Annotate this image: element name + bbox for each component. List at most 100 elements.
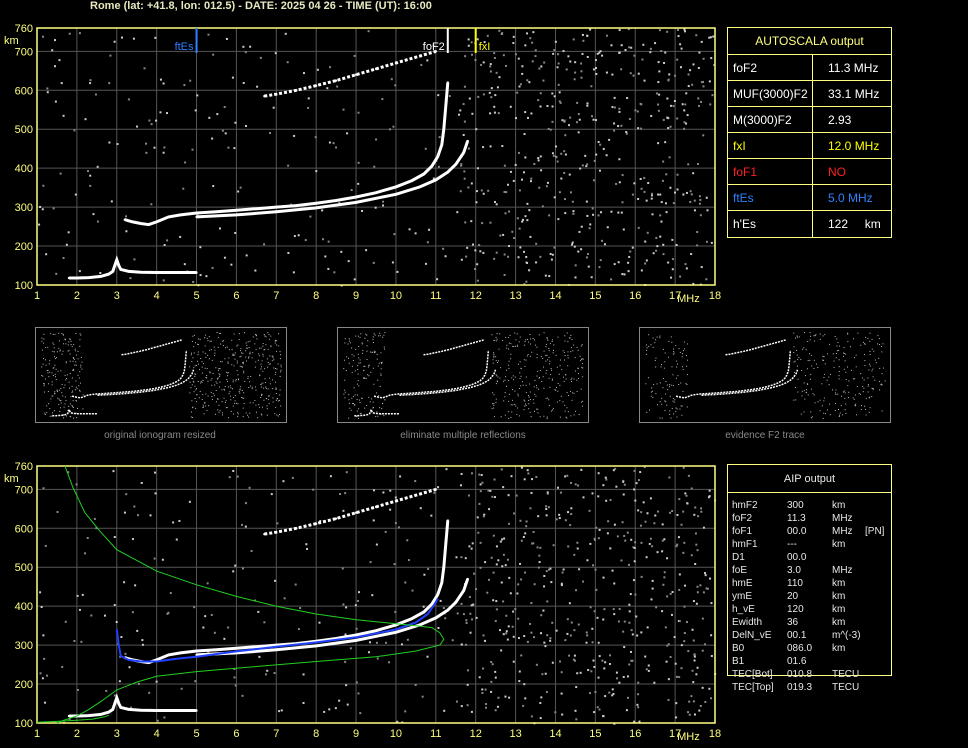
trace-point bbox=[315, 84, 318, 87]
x-tick-label: 5 bbox=[193, 290, 199, 302]
trace-point bbox=[107, 711, 110, 714]
aip-name: hmF2 bbox=[732, 500, 758, 511]
aip-name: foF2 bbox=[732, 513, 753, 524]
trace-point bbox=[195, 211, 198, 214]
y-tick-label: 400 bbox=[15, 163, 33, 175]
aip-unit: km bbox=[832, 591, 846, 602]
y-tick-label: 300 bbox=[15, 640, 33, 652]
autoscala-label: MUF(3000)F2 bbox=[733, 87, 808, 101]
aip-unit: km bbox=[832, 643, 846, 654]
aip-name: TEC[Bot] bbox=[732, 669, 773, 680]
aip-name: Ewidth bbox=[732, 617, 763, 628]
trace-point bbox=[127, 708, 130, 711]
thumbnail-caption-original: original ionogram resized bbox=[104, 430, 216, 441]
trace-point bbox=[315, 522, 318, 525]
trace-point bbox=[434, 616, 437, 619]
trace-point bbox=[107, 273, 110, 276]
trace-series-4 bbox=[115, 597, 439, 663]
x-tick-label: 13 bbox=[509, 290, 521, 302]
trace-point bbox=[175, 271, 178, 274]
x-tick-label: 3 bbox=[114, 728, 120, 740]
trace-point bbox=[275, 210, 278, 213]
trace-point bbox=[155, 271, 158, 274]
thumbnail-caption-evidence: evidence F2 trace bbox=[725, 430, 805, 441]
trace-point bbox=[215, 210, 218, 213]
trace-point bbox=[179, 651, 182, 654]
trace-point bbox=[139, 271, 142, 274]
x-tick-label: 9 bbox=[353, 290, 359, 302]
trace-point bbox=[444, 542, 447, 545]
trace-point bbox=[195, 653, 198, 656]
x-tick-label: 7 bbox=[273, 728, 279, 740]
trace-point bbox=[113, 702, 116, 705]
thumbnail-trace bbox=[399, 369, 497, 396]
trace-point bbox=[375, 629, 377, 632]
trace-point bbox=[440, 581, 443, 584]
trace-point bbox=[123, 218, 126, 221]
x-axis-label: MHz bbox=[677, 293, 700, 305]
autoscala-label: fxI bbox=[733, 139, 746, 153]
trace-point bbox=[436, 593, 439, 596]
x-tick-label: 10 bbox=[390, 728, 402, 740]
x-tick-label: 2 bbox=[74, 728, 80, 740]
trace-point bbox=[375, 67, 377, 70]
trace-point bbox=[446, 609, 449, 612]
x-tick-label: 18 bbox=[709, 728, 721, 740]
aip-value: 019.3 bbox=[787, 682, 813, 693]
autoscala-label: foF1 bbox=[733, 165, 758, 179]
trace-point bbox=[446, 171, 449, 174]
x-tick-label: 4 bbox=[154, 290, 160, 302]
aip-name: hmF1 bbox=[732, 539, 758, 550]
trace-point bbox=[119, 268, 122, 271]
page-title: Rome (lat: +41.8, lon: 012.5) - DATE: 20… bbox=[90, 0, 432, 12]
autoscala-value: 12.0 MHz bbox=[828, 139, 880, 153]
trace-point bbox=[375, 191, 377, 194]
trace-point bbox=[113, 264, 116, 267]
trace-point bbox=[335, 517, 338, 520]
thumbnail-trace bbox=[373, 350, 490, 399]
trace-point bbox=[422, 173, 425, 176]
trace-point bbox=[394, 62, 397, 65]
x-tick-label: 1 bbox=[34, 728, 40, 740]
trace-point bbox=[442, 566, 445, 569]
y-tick-label: 500 bbox=[15, 562, 33, 574]
autoscala-row: MUF(3000)F2 33.1 MHz bbox=[728, 80, 891, 107]
y-axis-label: km bbox=[4, 35, 19, 47]
thumbnail-trace bbox=[354, 407, 400, 417]
x-tick-label: 13 bbox=[509, 728, 521, 740]
aip-unit: km bbox=[832, 500, 846, 511]
x-tick-label: 15 bbox=[589, 290, 601, 302]
aip-name: foE bbox=[732, 565, 748, 576]
trace-point bbox=[195, 649, 198, 652]
thumbnail-trace bbox=[725, 339, 787, 356]
x-tick-label: 3 bbox=[114, 290, 120, 302]
aip-unit: km bbox=[832, 578, 846, 589]
x-tick-label: 4 bbox=[154, 728, 160, 740]
autoscala-label: M(3000)F2 bbox=[733, 113, 792, 127]
thumbnail-original bbox=[35, 327, 287, 423]
trace-point bbox=[175, 709, 178, 712]
aip-value: 120 bbox=[787, 604, 804, 615]
trace-point bbox=[67, 714, 70, 717]
trace-point bbox=[410, 617, 413, 620]
trace-point bbox=[139, 222, 142, 225]
trace-point bbox=[67, 276, 70, 279]
trace-point bbox=[99, 275, 102, 278]
y-tick-label: 100 bbox=[15, 280, 33, 292]
trace-point bbox=[195, 271, 198, 274]
trace-point bbox=[115, 258, 118, 261]
aip-divider bbox=[728, 492, 891, 493]
aip-name: B1 bbox=[732, 656, 745, 667]
autoscala-value: 11.3 MHz bbox=[828, 61, 879, 75]
y-tick-label: 760 bbox=[15, 461, 33, 473]
autoscala-row: M(3000)F2 2.93 bbox=[728, 106, 891, 133]
trace-point bbox=[355, 73, 358, 76]
y-tick-label: 300 bbox=[15, 202, 33, 214]
trace-point bbox=[99, 713, 102, 716]
trace-series-3 bbox=[264, 487, 437, 536]
x-tick-label: 10 bbox=[390, 290, 402, 302]
aip-value: 3.0 bbox=[787, 565, 801, 576]
trace-point bbox=[434, 488, 437, 491]
trace-point bbox=[315, 206, 318, 209]
x-tick-label: 14 bbox=[549, 728, 561, 740]
